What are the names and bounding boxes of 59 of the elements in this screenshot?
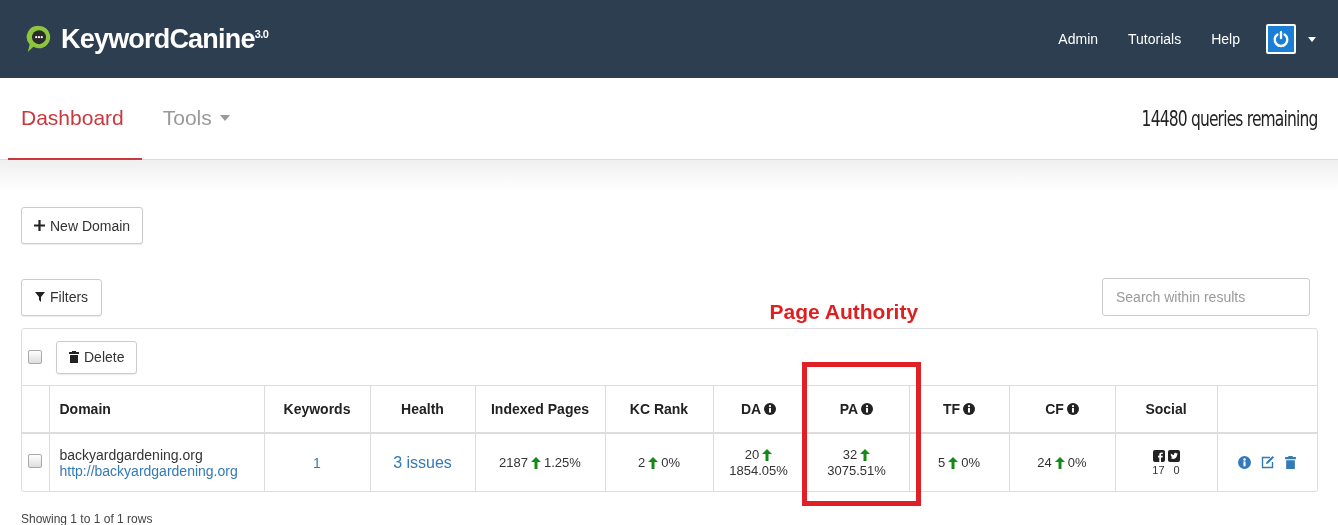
info-icon[interactable] [963, 403, 976, 415]
up-arrow-icon [1054, 456, 1065, 469]
edit-icon[interactable] [1261, 456, 1276, 469]
metric-value: 5 [938, 455, 946, 470]
plus-icon [34, 220, 45, 231]
power-icon[interactable] [1266, 24, 1296, 54]
filter-icon [35, 292, 45, 302]
nav-link[interactable]: Admin [1058, 31, 1099, 47]
column-header[interactable]: CF [1045, 401, 1079, 417]
domain-url[interactable]: http://backyardgardening.org [59, 462, 238, 479]
column-header[interactable]: KC Rank [629, 401, 689, 417]
metric-change: 0% [961, 455, 980, 470]
info-icon[interactable] [1066, 403, 1079, 415]
chat-bubble-logo-icon [25, 24, 53, 54]
metric-value: 20 [744, 447, 760, 462]
up-arrow-icon [948, 456, 959, 469]
twitter-icon[interactable] [1167, 449, 1180, 462]
metric-value: 32 [842, 447, 858, 462]
delete-button[interactable]: Delete [56, 340, 138, 374]
filters-button[interactable]: Filters [21, 278, 103, 316]
trash-icon [69, 351, 79, 363]
up-arrow-icon [531, 456, 541, 469]
domain-name: backyardgardening.org [59, 446, 204, 463]
search-field[interactable]: Search within results [1102, 278, 1310, 316]
keywords-link[interactable]: 1 [313, 454, 321, 471]
up-arrow-icon [860, 448, 871, 461]
annotation-label: Page Authority [769, 300, 919, 324]
metric-change: 0% [661, 455, 680, 470]
checkbox[interactable] [28, 454, 43, 468]
nav-link[interactable]: Help [1211, 31, 1240, 47]
info-icon[interactable] [861, 403, 874, 415]
up-arrow-icon [762, 448, 773, 461]
caret-icon[interactable] [1308, 36, 1316, 42]
metric-change: 0% [1067, 455, 1087, 470]
column-header[interactable]: TF [942, 401, 976, 417]
metric-value: 2187 [499, 455, 528, 470]
metric-change: 1854.05% [729, 463, 788, 478]
trash-icon[interactable] [1285, 456, 1297, 469]
column-header[interactable]: PA [839, 401, 874, 417]
column-header[interactable]: Health [401, 401, 444, 417]
column-header[interactable]: Domain [59, 401, 111, 417]
metric-value: 2 [638, 455, 646, 470]
metric-change: 3075.51% [827, 463, 886, 478]
metric-change: 1.25% [544, 455, 581, 470]
facebook-icon[interactable] [1152, 449, 1165, 462]
column-header[interactable]: DA [740, 401, 777, 417]
metric-value: 24 [1037, 455, 1052, 470]
twitter-count: 0 [1173, 463, 1180, 476]
column-header[interactable]: Social [1145, 401, 1187, 417]
up-arrow-icon [648, 456, 659, 469]
nav-link[interactable]: Tutorials [1128, 31, 1182, 47]
brand-name[interactable]: KeywordCanine$^{3.0}$ [61, 23, 269, 55]
info-icon[interactable] [764, 403, 777, 415]
pagination-info: Showing 1 to 1 of 1 rows [21, 512, 154, 525]
facebook-count: 17 [1152, 463, 1165, 476]
queries-remaining: 14480 queries remaining [1142, 106, 1318, 131]
checkbox[interactable] [28, 350, 42, 364]
new-domain-button[interactable]: New Domain [21, 207, 144, 244]
health-link[interactable]: 3 issues [393, 453, 452, 471]
